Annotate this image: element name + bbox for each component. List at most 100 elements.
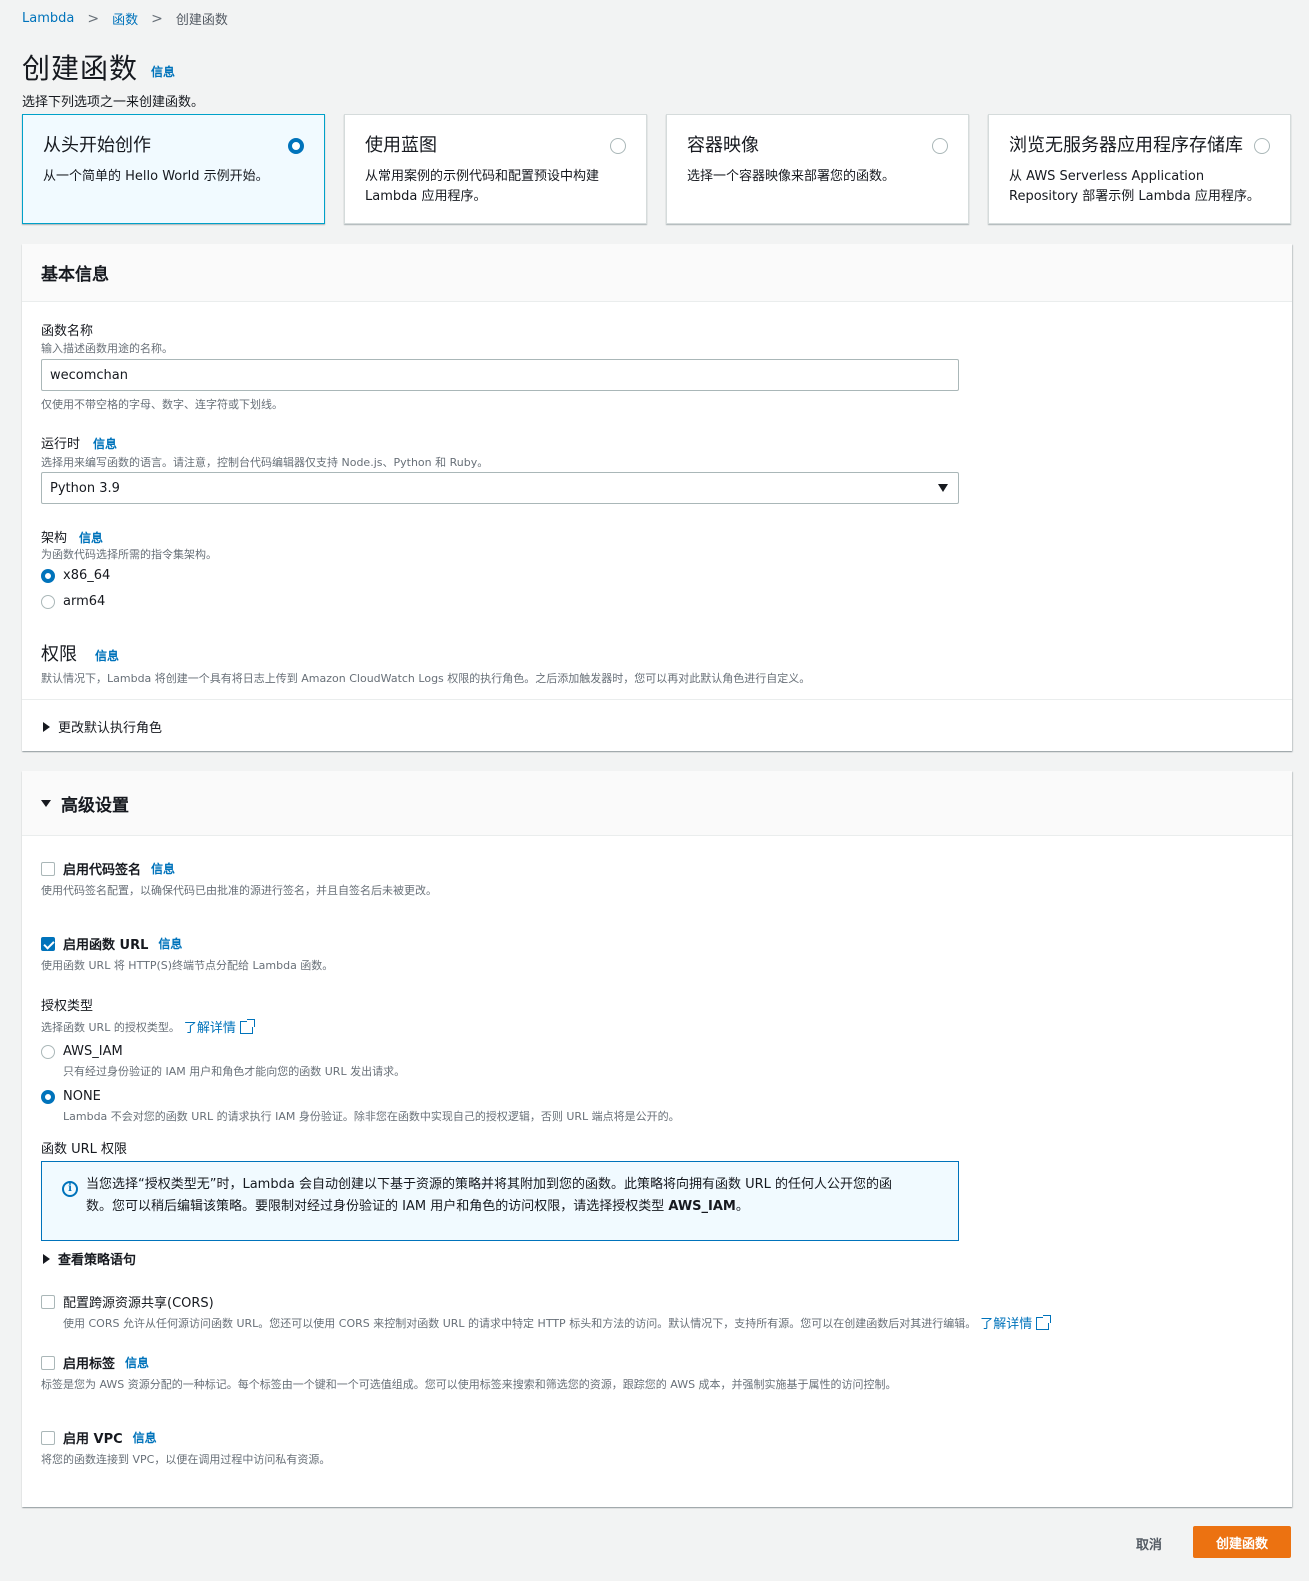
- auth-type-label: 授权类型: [41, 999, 94, 1014]
- chevron-right-icon: >: [151, 10, 163, 27]
- external-link-icon: [1036, 1315, 1052, 1330]
- view-policy-label: 查看策略语句: [58, 1253, 137, 1268]
- view-policy-expander[interactable]: 查看策略语句: [43, 1249, 136, 1268]
- advanced-panel: 高级设置 启用代码签名 信息 使用代码签名配置，以确保代码已由批准的源进行签名，…: [22, 771, 1292, 1507]
- tile-radio[interactable]: [610, 138, 626, 154]
- tags-checkbox-row[interactable]: 启用标签 信息: [41, 1353, 149, 1372]
- auth-option-desc: 只有经过身份验证的 IAM 用户和角色才能向您的函数 URL 发出请求。: [63, 1065, 406, 1078]
- tile-title: 使用蓝图: [365, 135, 437, 156]
- function-name-input[interactable]: wecomchan: [41, 359, 959, 391]
- advanced-header[interactable]: 高级设置: [22, 771, 1292, 836]
- cors-label: 配置跨源资源共享(CORS): [63, 1296, 214, 1311]
- tile-title: 从头开始创作: [43, 135, 151, 156]
- code-signing-checkbox-row[interactable]: 启用代码签名 信息: [41, 859, 175, 878]
- page-subtitle: 选择下列选项之一来创建函数。: [22, 95, 205, 110]
- basic-info-panel: 基本信息 函数名称 输入描述函数用途的名称。 wecomchan 仅使用不带空格…: [22, 244, 1292, 751]
- radio-button[interactable]: [41, 1089, 55, 1104]
- arch-option-label: arm64: [63, 594, 106, 609]
- breadcrumb: Lambda > 函数 > 创建函数: [22, 9, 228, 29]
- runtime-info-link[interactable]: 信息: [93, 435, 117, 452]
- tags-checkbox[interactable]: [41, 1355, 55, 1370]
- tile-title: 浏览无服务器应用程序存储库: [1009, 135, 1243, 156]
- tile-use-blueprint[interactable]: 使用蓝图 从常用案例的示例代码和配置预设中构建 Lambda 应用程序。: [344, 114, 647, 224]
- radio-button[interactable]: [41, 568, 55, 583]
- function-url-desc: 使用函数 URL 将 HTTP(S)终端节点分配给 Lambda 函数。: [41, 959, 334, 972]
- cancel-button[interactable]: 取消: [1136, 1534, 1162, 1553]
- vpc-label: 启用 VPC: [63, 1432, 123, 1447]
- learn-more-text: 了解详情: [980, 1317, 1033, 1332]
- arch-option-x86[interactable]: x86_64: [41, 568, 110, 583]
- auth-option-none[interactable]: NONE: [41, 1089, 101, 1104]
- breadcrumb-link-lambda[interactable]: Lambda: [22, 11, 74, 26]
- auth-learn-more-link[interactable]: 了解详情: [184, 1017, 255, 1036]
- cors-learn-more-link[interactable]: 了解详情: [980, 1313, 1052, 1332]
- code-signing-desc: 使用代码签名配置，以确保代码已由批准的源进行签名，并且自签名后未被更改。: [41, 884, 437, 897]
- runtime-desc: 选择用来编写函数的语言。请注意，控制台代码编辑器仅支持 Node.js、Pyth…: [41, 456, 489, 469]
- page-title: 创建函数: [22, 52, 139, 85]
- function-url-label: 启用函数 URL: [63, 938, 149, 953]
- permissions-info-link[interactable]: 信息: [95, 647, 119, 664]
- cors-desc: 使用 CORS 允许从任何源访问函数 URL。您还可以使用 CORS 来控制对函…: [63, 1316, 977, 1330]
- tile-title: 容器映像: [687, 135, 759, 156]
- alert-text-line2: 数。您可以稍后编辑该策略。要限制对经过身份验证的 IAM 用户和角色的访问权限，…: [86, 1199, 749, 1214]
- info-alert: i 当您选择“授权类型无”时，Lambda 会自动创建以下基于资源的策略并将其附…: [41, 1161, 959, 1241]
- caret-down-icon: [938, 484, 948, 492]
- vpc-info-link[interactable]: 信息: [133, 1429, 157, 1446]
- runtime-label: 运行时: [41, 437, 81, 452]
- vpc-checkbox-row[interactable]: 启用 VPC 信息: [41, 1428, 157, 1447]
- change-role-label: 更改默认执行角色: [58, 721, 163, 736]
- auth-option-label: NONE: [63, 1089, 101, 1104]
- tile-desc: 从常用案例的示例代码和配置预设中构建 Lambda 应用程序。: [365, 169, 600, 204]
- auth-option-label: AWS_IAM: [63, 1044, 123, 1059]
- divider: [22, 699, 1292, 700]
- vpc-checkbox[interactable]: [41, 1430, 55, 1445]
- code-signing-checkbox[interactable]: [41, 861, 55, 876]
- tile-desc: 从 AWS Serverless Application Repository …: [1009, 169, 1260, 204]
- auth-type-desc: 选择函数 URL 的授权类型。: [41, 1020, 180, 1034]
- tags-info-link[interactable]: 信息: [125, 1354, 149, 1371]
- breadcrumb-link-functions[interactable]: 函数: [112, 9, 138, 28]
- arch-desc: 为函数代码选择所需的指令集架构。: [41, 548, 217, 561]
- code-signing-info-link[interactable]: 信息: [151, 860, 175, 877]
- caret-down-icon: [41, 799, 51, 807]
- function-url-checkbox[interactable]: [41, 936, 55, 951]
- change-role-expander[interactable]: 更改默认执行角色: [43, 717, 162, 736]
- arch-option-label: x86_64: [63, 568, 111, 583]
- radio-button[interactable]: [41, 1044, 55, 1059]
- function-url-checkbox-row[interactable]: 启用函数 URL 信息: [41, 934, 182, 953]
- tile-desc: 选择一个容器映像来部署您的函数。: [687, 169, 896, 184]
- url-permissions-label: 函数 URL 权限: [41, 1142, 128, 1157]
- create-function-button[interactable]: 创建函数: [1193, 1526, 1291, 1558]
- function-url-info-link[interactable]: 信息: [158, 935, 182, 952]
- tags-label: 启用标签: [63, 1357, 116, 1372]
- permissions-heading: 权限: [41, 644, 77, 665]
- vpc-desc: 将您的函数连接到 VPC，以便在调用过程中访问私有资源。: [41, 1453, 331, 1466]
- auth-option-aws-iam[interactable]: AWS_IAM: [41, 1044, 123, 1059]
- arch-label: 架构: [41, 531, 68, 546]
- external-link-icon: [239, 1019, 255, 1034]
- caret-right-icon: [43, 721, 50, 732]
- tile-radio[interactable]: [932, 138, 948, 154]
- cors-checkbox-row[interactable]: 配置跨源资源共享(CORS): [41, 1292, 214, 1311]
- function-name-label: 函数名称: [41, 324, 94, 339]
- tile-container-image[interactable]: 容器映像 选择一个容器映像来部署您的函数。: [666, 114, 969, 224]
- chevron-right-icon: >: [87, 10, 100, 27]
- tile-serverless-repo[interactable]: 浏览无服务器应用程序存储库 从 AWS Serverless Applicati…: [988, 114, 1291, 224]
- auth-type-desc-row: 选择函数 URL 的授权类型。 了解详情: [41, 1017, 255, 1036]
- tile-author-from-scratch[interactable]: 从头开始创作 从一个简单的 Hello World 示例开始。: [22, 114, 325, 224]
- page-info-link[interactable]: 信息: [151, 63, 175, 80]
- radio-button[interactable]: [41, 594, 55, 609]
- breadcrumb-current: 创建函数: [175, 13, 228, 28]
- function-name-desc: 输入描述函数用途的名称。: [41, 342, 173, 355]
- arch-option-arm64[interactable]: arm64: [41, 594, 105, 609]
- tile-radio[interactable]: [288, 138, 304, 154]
- cors-desc-row: 使用 CORS 允许从任何源访问函数 URL。您还可以使用 CORS 来控制对函…: [63, 1313, 1052, 1332]
- tile-radio[interactable]: [1254, 138, 1270, 154]
- arch-info-link[interactable]: 信息: [79, 529, 103, 546]
- permissions-desc: 默认情况下，Lambda 将创建一个具有将日志上传到 Amazon CloudW…: [41, 672, 811, 685]
- tags-desc: 标签是您为 AWS 资源分配的一种标记。每个标签由一个键和一个可选值组成。您可以…: [41, 1378, 897, 1391]
- code-signing-label: 启用代码签名: [63, 863, 142, 878]
- caret-right-icon: [43, 1253, 50, 1264]
- runtime-select[interactable]: Python 3.9: [41, 472, 959, 504]
- cors-checkbox[interactable]: [41, 1294, 55, 1309]
